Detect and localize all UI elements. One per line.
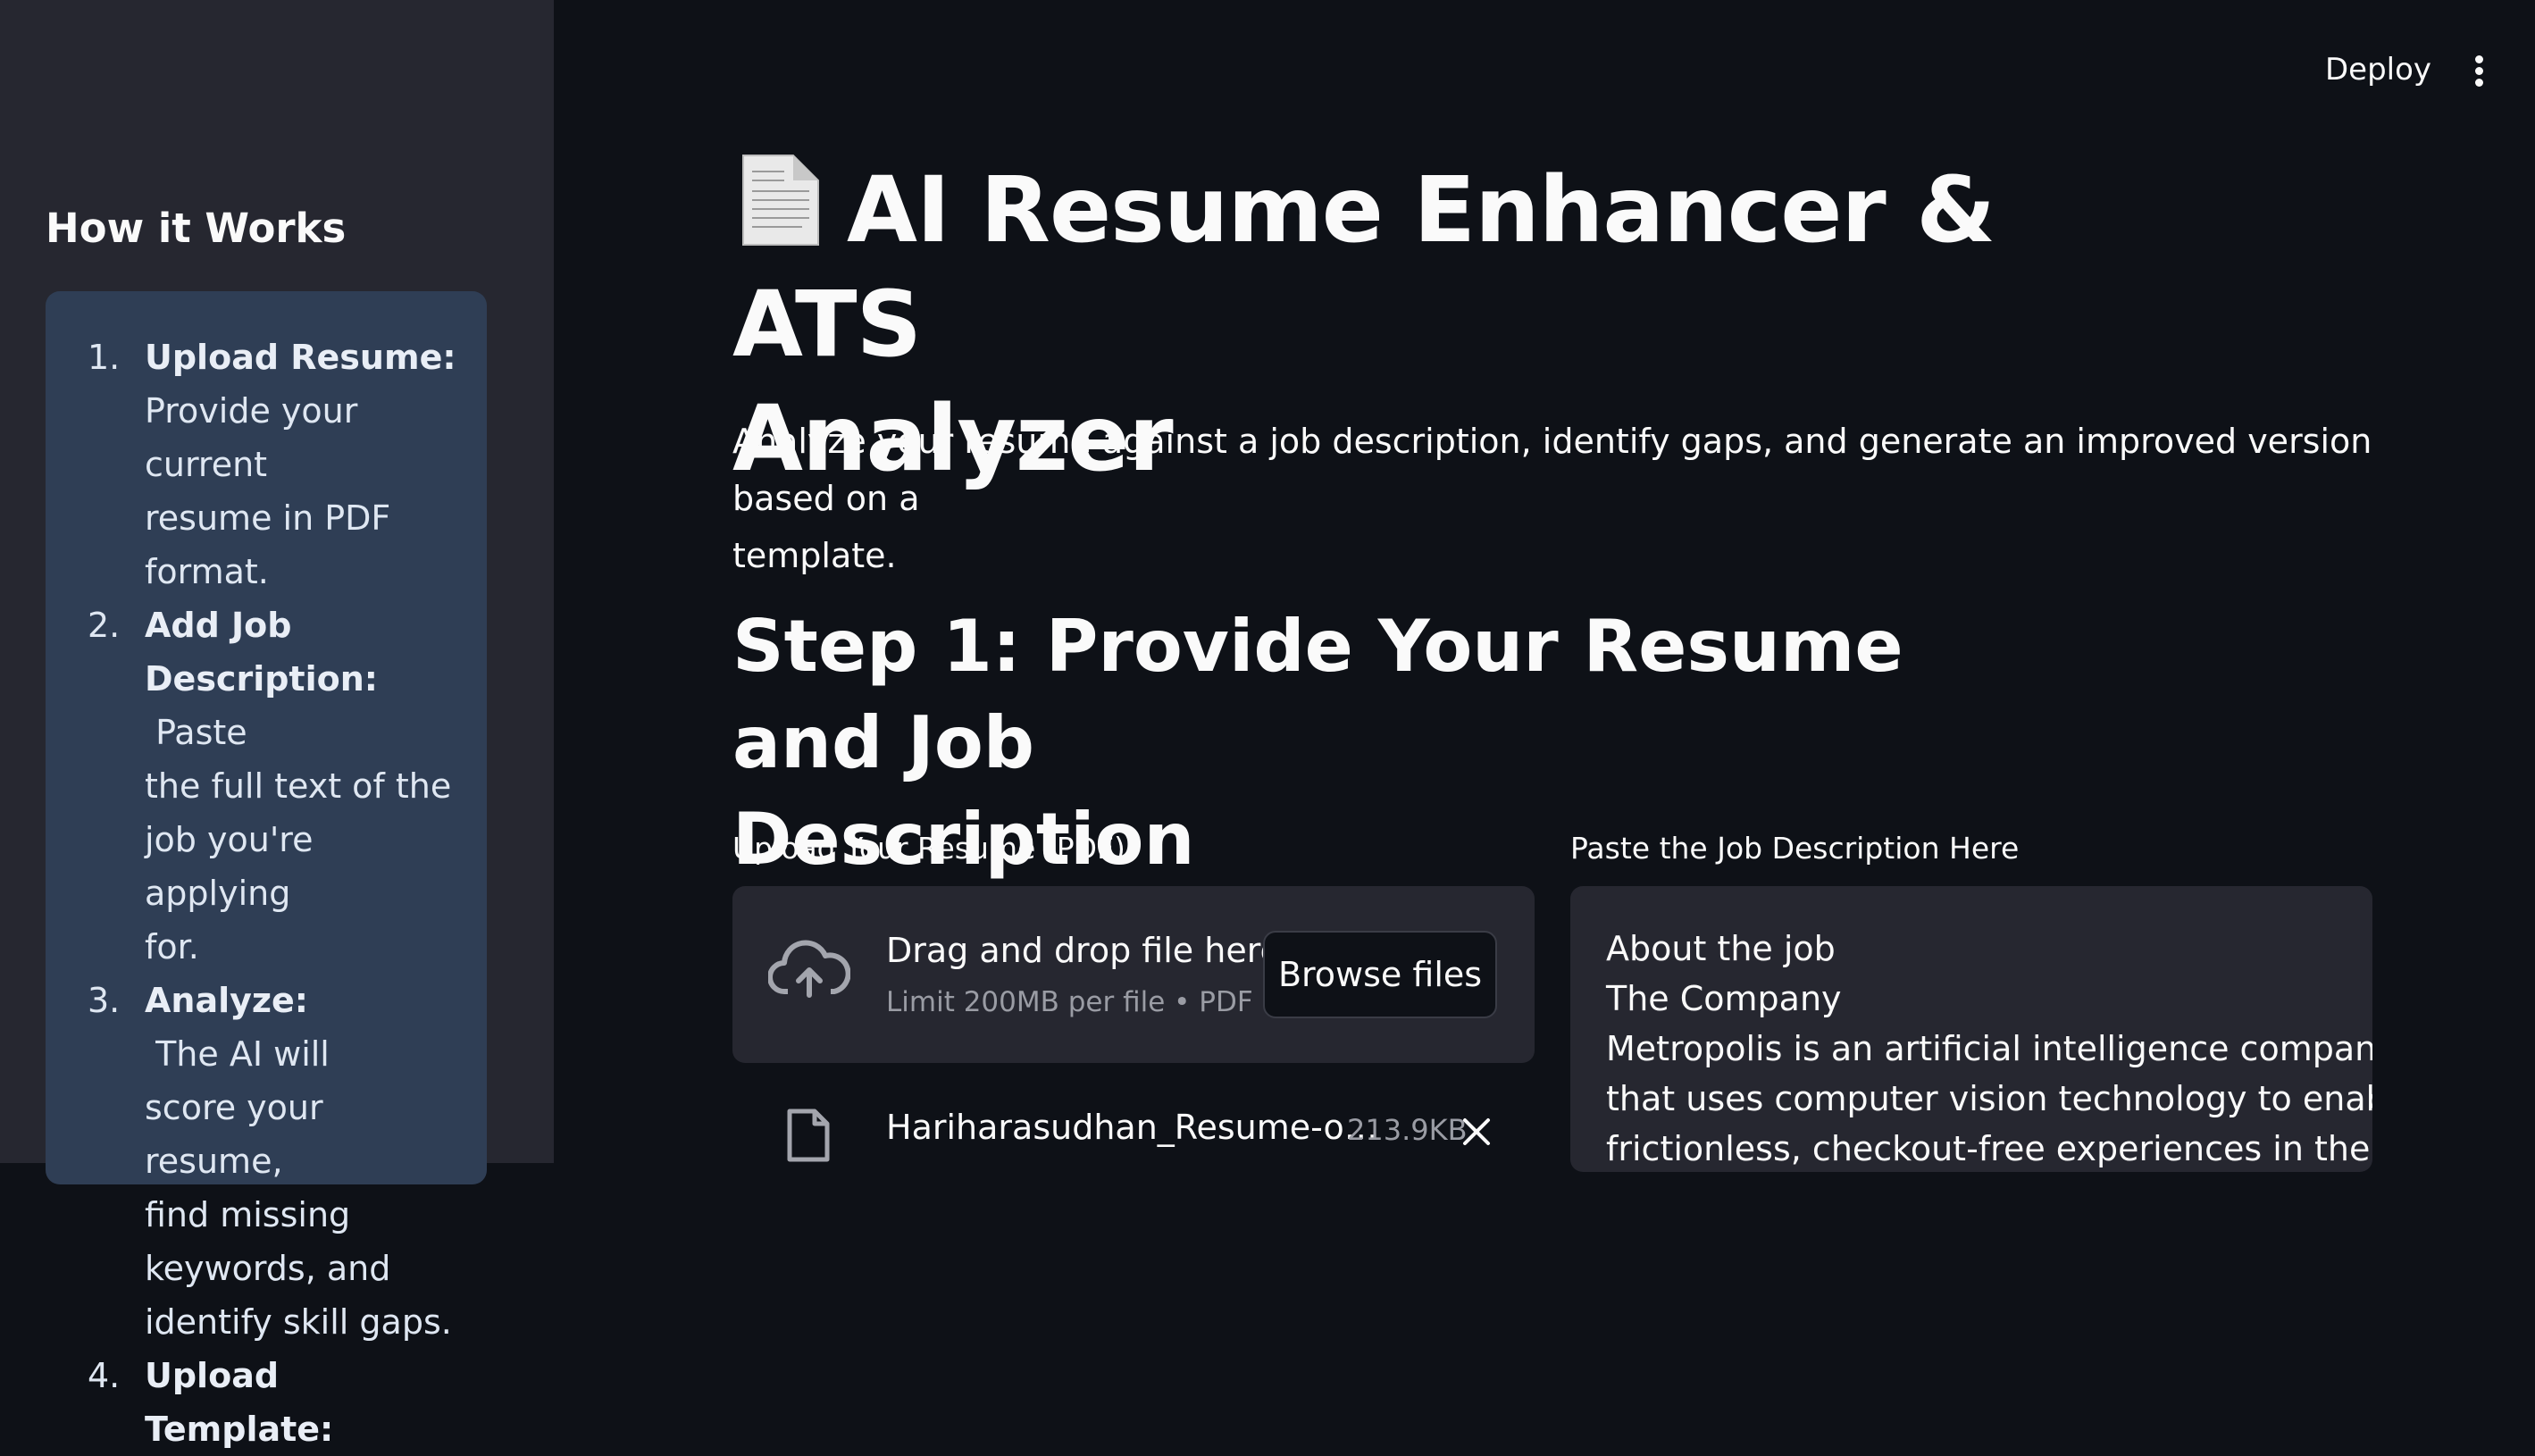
page-subtitle: Analyze your resume against a job descri… (732, 422, 2372, 575)
uploaded-file-name: Hariharasudhan_Resume-o… (886, 1108, 1378, 1147)
list-item: 1. Upload Resume: Provide your current r… (88, 338, 456, 591)
list-item: 2. Add Job Description: Paste the full t… (88, 606, 452, 966)
list-item: 3. Analyze: The AI will score your resum… (88, 981, 452, 1342)
uploaded-file-row: Hariharasudhan_Resume-o… 213.9KB (732, 1099, 1535, 1163)
list-item: 4. Upload Template: (88, 1356, 334, 1449)
job-description-text: About the job The Company Metropolis is … (1606, 929, 2372, 1168)
job-description-label: Paste the Job Description Here (1570, 831, 2020, 866)
how-it-works-info-box: 1. Upload Resume: Provide your current r… (46, 291, 487, 1449)
deploy-button[interactable]: Deploy (2325, 52, 2431, 88)
cloud-upload-icon (768, 940, 850, 998)
close-icon[interactable] (1460, 1115, 1493, 1149)
sidebar-title: How it Works (46, 205, 347, 252)
file-icon (787, 1109, 830, 1162)
more-vertical-icon[interactable] (2474, 55, 2485, 88)
dropzone-title: Drag and drop file here (886, 931, 1281, 970)
dropzone-limit: Limit 200MB per file • PDF (886, 986, 1253, 1018)
job-description-textarea[interactable]: About the job The Company Metropolis is … (1570, 886, 2372, 1172)
steps-list: 1. Upload Resume: Provide your current r… (46, 331, 487, 1456)
sidebar: How it Works 1. Upload Resume: Provide y… (0, 0, 554, 1449)
uploaded-file-size: 213.9KB (1347, 1113, 1468, 1147)
upload-resume-label: Upload Your Resume (PDF) (732, 831, 1125, 866)
browse-files-button[interactable]: Browse files (1263, 931, 1497, 1018)
file-dropzone[interactable]: Drag and drop file here Limit 200MB per … (732, 886, 1535, 1063)
